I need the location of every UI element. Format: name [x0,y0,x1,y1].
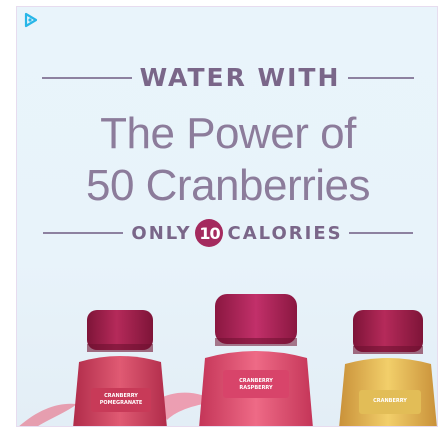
bottle-left: CRANBERRY POMEGRANATE [73,310,167,426]
calories-rule-right [348,232,413,234]
bottle-right-label-1: CRANBERRY [373,398,407,404]
kicker-rule-left [41,76,132,79]
kicker-rule-right [348,76,415,79]
bottle-left-label-1: CRANBERRY [104,393,138,399]
headline-line-1: The Power of [100,109,356,158]
calories-number-badge: 10 [195,219,224,247]
calories-rule-left [43,232,124,234]
bottle-center: CRANBERRY RASPBERRY [199,294,313,426]
bottles-image: CRANBERRY POMEGRANATE CRANBERRY RASPBERR… [19,294,437,426]
adchoices-triangle-icon[interactable] [23,12,39,28]
bottle-center-label-1: CRANBERRY [239,378,273,384]
ad-banner[interactable]: WATER WITH The Power of 50 Cranberries O… [16,6,438,427]
headline-line-2: 50 Cranberries [85,161,371,210]
kicker-text: WATER WITH [139,63,341,92]
splash-left [19,403,77,426]
kicker-row: WATER WITH [17,63,437,92]
bottle-right: CRANBERRY [339,310,437,426]
bottle-center-label-2: RASPBERRY [239,385,273,391]
calories-suffix: CALORIES [227,222,343,244]
bottle-left-label-2: POMEGRANATE [100,400,143,406]
calories-row: ONLY 10 CALORIES [17,219,437,247]
calories-prefix: ONLY [131,222,192,244]
